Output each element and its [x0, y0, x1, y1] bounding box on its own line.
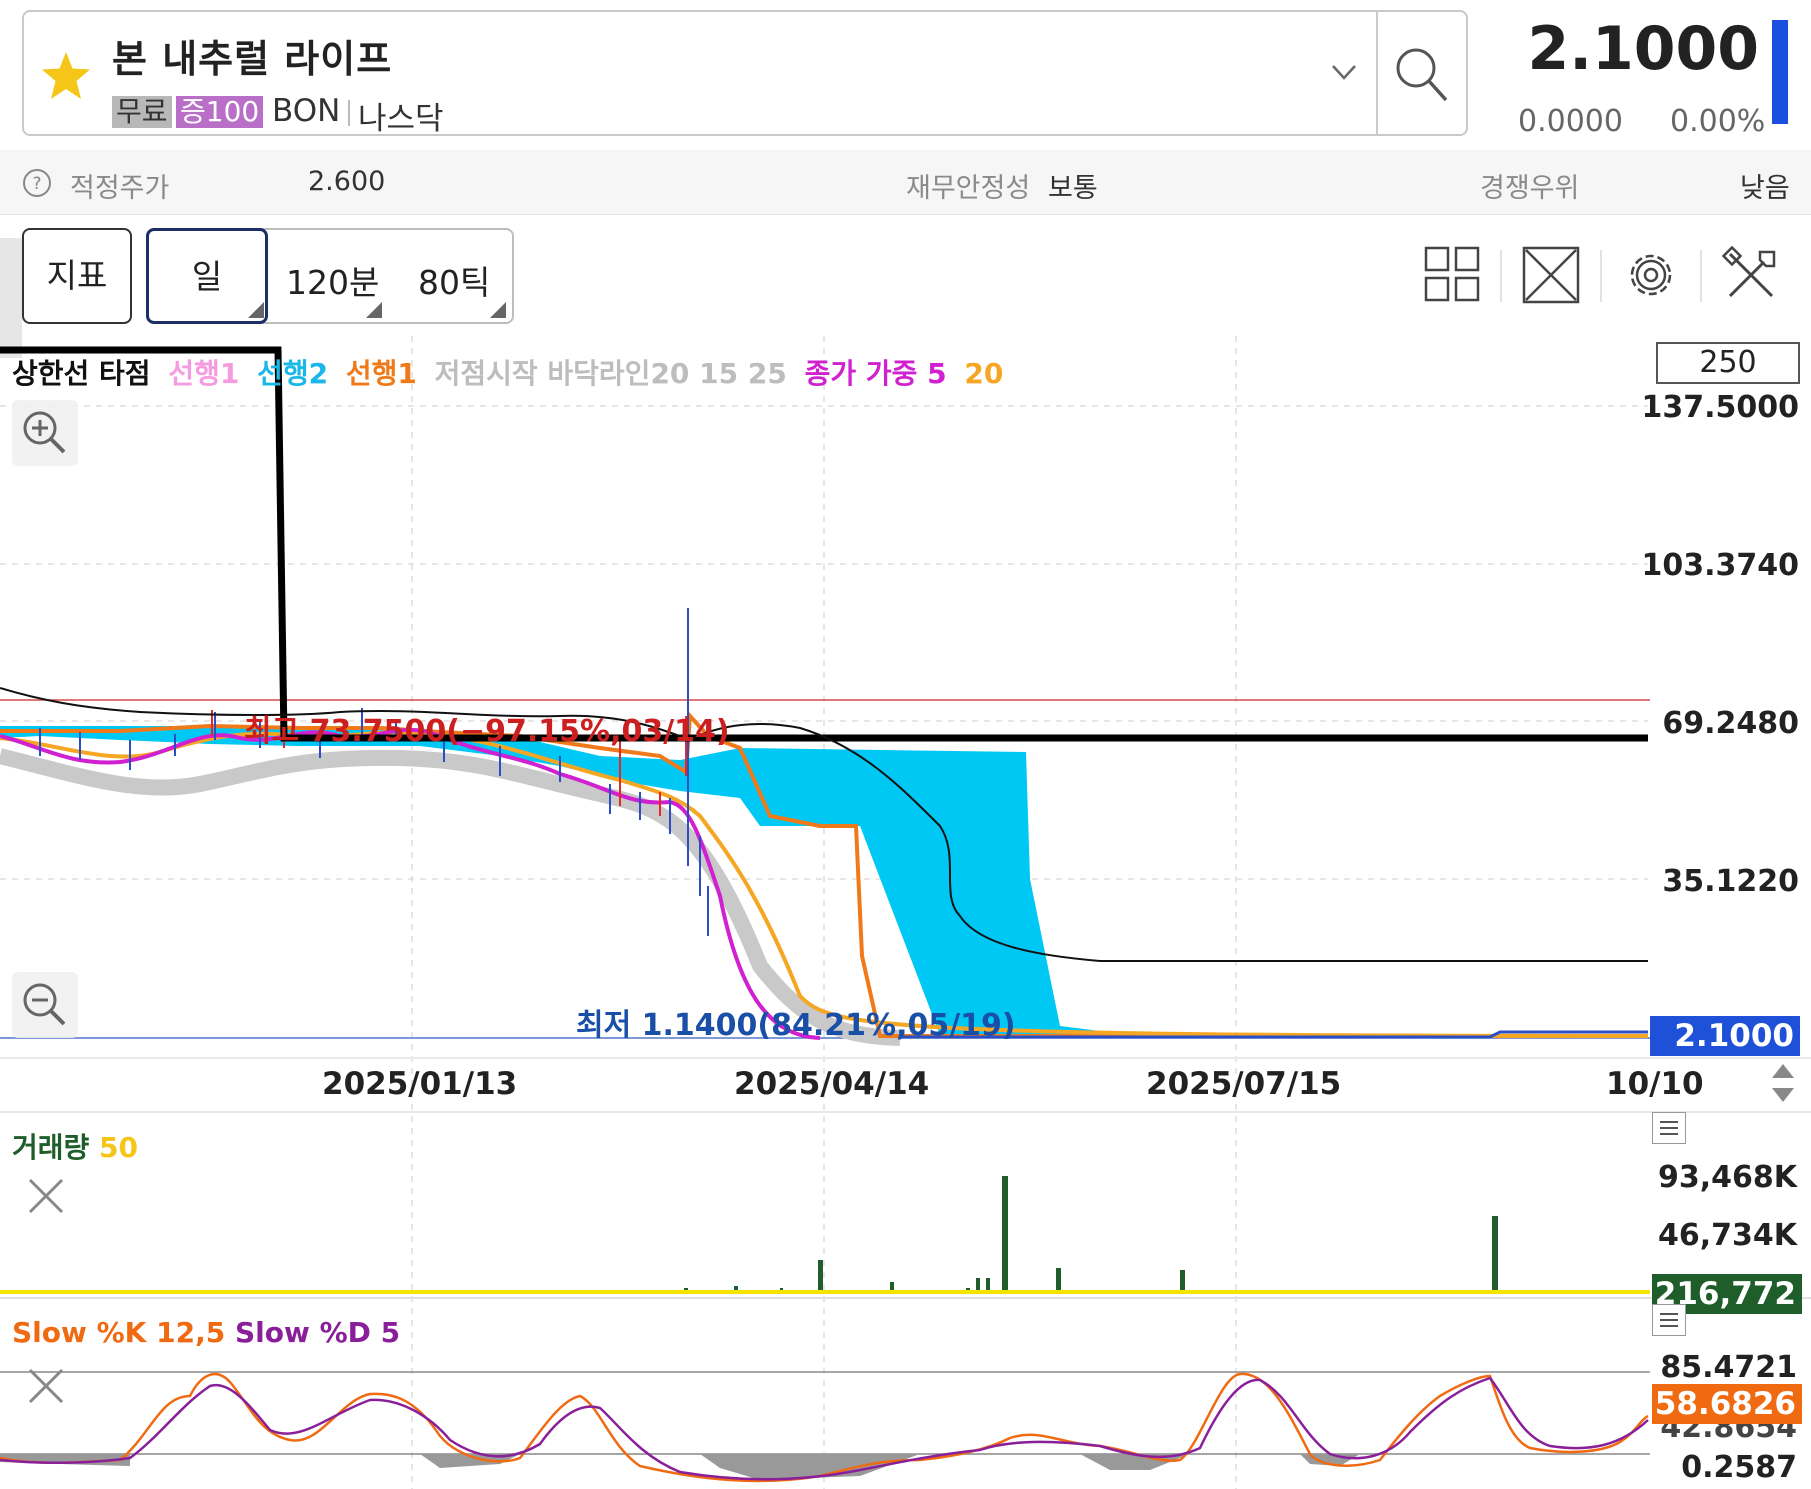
tool-separator [1500, 250, 1502, 302]
price-indicator-bar [1772, 20, 1788, 124]
tool-separator [1600, 250, 1602, 302]
margin-tag: 증100 [176, 96, 264, 128]
ticker-symbol: BON [272, 93, 341, 129]
y-tick-2: 103.3740 [1641, 548, 1799, 583]
legend-lead1-orange: 선행1 [345, 357, 417, 390]
chart-legend: 상한선 타점 선행1 선행2 선행1 저점시작 바닥라인20 15 25 종가 … [12, 352, 1011, 392]
layout-grid-icon[interactable] [1424, 246, 1482, 304]
fin-stability-value: 보통 [1048, 173, 1098, 204]
volume-bars [684, 1176, 1498, 1292]
indicator-button[interactable]: 지표 [22, 228, 132, 324]
y-tick-1: 137.5000 [1641, 390, 1799, 425]
stoch-tick-1: 85.4721 [1660, 1350, 1797, 1385]
current-price: 2.1000 [1527, 14, 1759, 84]
x-tick-2: 2025/04/14 [734, 1066, 930, 1102]
search-divider [1376, 12, 1378, 134]
ichimoku-cloud [0, 726, 1100, 1035]
fair-price-label: 적정주가 [70, 173, 170, 204]
volume-chart[interactable] [0, 1160, 1650, 1300]
help-icon[interactable]: ? [22, 168, 52, 198]
stochastic-current-tag: 58.6826 [1652, 1384, 1802, 1424]
y-tick-3: 69.2480 [1662, 706, 1799, 741]
current-price-tag: 2.1000 [1650, 1016, 1800, 1056]
day-menu-triangle [248, 302, 264, 318]
period-80tick-button[interactable]: 80틱 [418, 256, 490, 304]
stock-name: 본 내추럴 라이프 [112, 37, 393, 81]
low-price-label: 최저 1.1400(84.21%,05/19) [576, 1008, 1016, 1043]
stoch-tick-3: 0.2587 [1681, 1450, 1797, 1485]
market-separator [348, 100, 350, 126]
price-change: 0.0000 [1518, 104, 1623, 139]
stochastic-chart[interactable] [0, 1336, 1650, 1489]
menu-icon [1660, 1121, 1678, 1135]
legend-lead2: 선행2 [257, 357, 329, 390]
120min-menu-triangle [366, 302, 382, 318]
bar-count-box[interactable]: 250 [1656, 342, 1800, 384]
fin-stability-label: 재무안정성 [906, 173, 1031, 204]
high-price-label: 최고 73.7500(−97.15%,03/14) [244, 714, 730, 749]
favorite-star-icon[interactable] [40, 50, 92, 102]
volume-tick-1: 93,468K [1657, 1160, 1797, 1195]
fullscreen-icon[interactable] [1522, 246, 1580, 304]
zoom-in-button[interactable] [12, 400, 78, 466]
menu-icon [1660, 1313, 1678, 1327]
drawing-tools-icon[interactable] [1722, 246, 1780, 304]
fair-price-value: 2.600 [308, 166, 386, 197]
zoom-in-icon [23, 411, 66, 454]
volume-menu-button[interactable] [1652, 1112, 1686, 1144]
price-change-rate: 0.00% [1670, 104, 1766, 139]
zoom-out-icon [23, 983, 66, 1026]
market-name: 나스닥 [358, 101, 444, 137]
zoom-out-button[interactable] [12, 972, 78, 1038]
legend-weighted-close: 종가 가중 5 [804, 357, 947, 390]
chevron-down-icon[interactable] [1330, 60, 1358, 84]
80tick-menu-triangle [490, 302, 506, 318]
x-tick-4: 10/10 [1606, 1066, 1704, 1102]
legend-upper-limit: 상한선 타점 [12, 357, 151, 390]
svg-text:?: ? [32, 174, 41, 194]
volume-tick-2: 46,734K [1657, 1218, 1797, 1253]
period-120min-button[interactable]: 120분 [286, 256, 379, 304]
y-tick-4: 35.1220 [1662, 864, 1799, 899]
legend-bottom-line: 저점시작 바닥라인20 15 25 [434, 357, 787, 390]
competitive-label: 경쟁우위 [1480, 173, 1580, 204]
tool-separator [1700, 250, 1702, 302]
legend-lead1: 선행1 [168, 357, 240, 390]
search-icon[interactable] [1392, 44, 1450, 104]
gear-icon[interactable] [1622, 246, 1680, 304]
x-tick-1: 2025/01/13 [322, 1066, 518, 1102]
free-tag: 무료 [112, 96, 172, 128]
stochastic-menu-button[interactable] [1652, 1304, 1686, 1336]
scroll-updown-icon[interactable] [1770, 1062, 1796, 1104]
competitive-value: 낮음 [1740, 173, 1790, 204]
x-tick-3: 2025/07/15 [1146, 1066, 1342, 1102]
legend-ma20: 20 [964, 357, 1004, 390]
